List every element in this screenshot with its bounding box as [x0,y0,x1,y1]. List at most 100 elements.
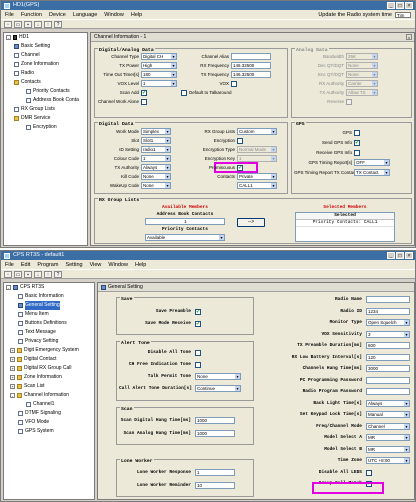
encryption-key-select[interactable]: 1 [237,155,277,162]
channel-work-alone-checkbox[interactable] [141,99,147,105]
tree-item-menu-item[interactable]: Menu Item [4,310,94,319]
maximize-icon[interactable]: □ [396,2,404,9]
expand-icon[interactable]: + [10,357,15,362]
menu-help[interactable]: Help [131,12,142,18]
model-select-a-select[interactable]: MR [366,434,410,441]
tree-item-buttons-definitions[interactable]: Buttons Definitions [4,319,94,328]
save-preamble-checkbox[interactable]: ✔ [195,309,201,315]
tree-item-hd1[interactable]: - HD1 [4,33,87,42]
channel-alias-input[interactable] [231,53,271,60]
slot-select[interactable]: Slot1 [141,137,171,144]
scan-analog-hang-input[interactable]: 1000 [195,430,235,437]
encryption-checkbox[interactable] [237,138,243,144]
vox-level-select[interactable]: 1 [141,80,177,87]
encryption-type-select[interactable]: Normal Mode [237,146,277,153]
write-icon[interactable]: ↑ [44,270,52,278]
model-select-b-select[interactable]: MR [366,445,410,453]
menu-view[interactable]: View [90,262,102,268]
scan-digital-hang-input[interactable]: 1000 [195,417,235,424]
expand-icon[interactable]: + [10,366,15,371]
tree-item-digital-contact[interactable]: + Digital Contact [4,355,94,364]
tree-item-channel[interactable]: Channel [4,51,87,60]
scan-add-checkbox[interactable]: ✔ [141,90,147,96]
wakeup-code-select[interactable]: None [141,182,171,189]
freq-channel-mode-select[interactable]: Channel [366,422,410,430]
rx-frequency-input[interactable]: 146.32500 [231,62,271,69]
tree-item-address-book[interactable]: Address Book Conta [4,96,87,105]
enc-qt-select[interactable]: None [346,71,378,78]
receive-gps-info-checkbox[interactable] [354,150,360,156]
close-icon[interactable]: × [405,252,413,259]
collapse-icon[interactable]: - [6,285,11,290]
radio-program-password-input[interactable] [366,388,410,395]
new-icon[interactable]: ▫ [4,270,12,278]
tree-item-text-message[interactable]: Text Message [4,328,94,337]
disable-all-leds-checkbox[interactable] [366,469,372,476]
contacts-name-select[interactable]: CALL1 [237,182,277,189]
call-alert-duration-select[interactable]: Continue [195,385,241,392]
tree-item-zone-information[interactable]: Zone Information [4,60,87,69]
tree-item-general-setting[interactable]: General Setting [4,301,94,310]
work-mode-select[interactable]: Simplex [141,128,171,135]
tree-item-contacts[interactable]: Contacts [4,78,87,87]
open-icon[interactable]: ▭ [14,270,22,278]
contacts-type-select[interactable]: Private [237,173,277,180]
lone-worker-reminder-input[interactable]: 10 [195,482,235,489]
collapse-icon[interactable]: - [10,393,15,398]
rx-low-battery-interval-s-input[interactable]: 120 [366,353,410,361]
tree-item-encryption[interactable]: Encryption [4,123,87,132]
set-keypad-lock-time-s-select[interactable]: Manual [366,411,410,418]
bandwidth-select[interactable]: 25K [346,53,378,60]
tree-item-basic-information[interactable]: Basic Information [4,292,94,301]
lone-worker-response-input[interactable]: 1 [195,469,235,476]
menu-window[interactable]: Window [104,12,124,18]
menu-file[interactable]: File [5,12,14,18]
menu-program[interactable]: Program [37,262,58,268]
vox-sensitivity-select[interactable]: 3 [366,330,410,338]
tree-item-dmr-service[interactable]: DMR Service [4,114,87,123]
open-icon[interactable]: ▭ [14,20,22,28]
tree-item-digital-rx-group-call[interactable]: + Digital RX Group Call [4,364,94,373]
list-item[interactable]: Priority Contacts: CALL1 [296,220,394,227]
default-talkaround-checkbox[interactable] [181,90,187,96]
menu-window[interactable]: Window [108,262,128,268]
id-setting-select[interactable]: radio1 [141,146,171,153]
collapse-icon[interactable]: - [6,35,11,40]
ch-free-indication-checkbox[interactable] [195,362,201,368]
read-icon[interactable]: ↓ [34,270,42,278]
tx-authority-analog-select[interactable]: Allow TX [346,89,378,96]
vox-checkbox[interactable] [231,81,237,87]
save-icon[interactable]: ▪ [24,20,32,28]
reverse-checkbox[interactable] [346,99,352,105]
menu-function[interactable]: Function [21,12,42,18]
tx-power-select[interactable]: High [141,62,177,69]
save-icon[interactable]: ▪ [24,270,32,278]
radio-name-input[interactable] [366,296,410,303]
minimize-icon[interactable]: _ [387,252,395,259]
tree-item-radio[interactable]: Radio [4,69,87,78]
tx-preamble-duration-ms-input[interactable]: 600 [366,342,410,349]
tree-item-basic-setting[interactable]: Basic Setting [4,42,87,51]
tx-frequency-input[interactable]: 146.32500 [231,71,271,78]
back-light-time-s-select[interactable]: Always [366,399,410,407]
tree-item-privacy-setting[interactable]: Privacy Setting [4,337,94,346]
gps-timing-report-select[interactable]: OFF [354,159,390,166]
rx-group-lists-select[interactable]: Custom [237,128,277,135]
read-icon[interactable]: ↓ [34,20,42,28]
channels-hang-time-ms-input[interactable]: 3000 [366,365,410,372]
promiscuous-checkbox[interactable]: ✔ [237,165,243,171]
kill-code-select[interactable]: None [141,173,171,180]
write-icon[interactable]: ↑ [44,20,52,28]
selected-members-list[interactable]: Selected Priority Contacts: CALL1 [295,212,395,242]
time-zone-select[interactable]: UTC +8:00 [366,457,410,464]
help-icon[interactable]: ? [54,20,62,28]
menu-edit[interactable]: Edit [21,262,30,268]
close-icon[interactable]: × [405,2,413,9]
rx-authority-select[interactable]: Carrier [346,80,378,87]
address-book-list[interactable]: 1 [145,218,225,225]
tree-item-priority-contacts[interactable]: Priority Contacts [4,87,87,96]
tree-item-root[interactable]: - CPS RT3S [4,283,94,292]
talk-permit-tone-select[interactable]: None [195,373,241,380]
tree-item-gps-system[interactable]: GPS System [4,427,94,436]
monitor-type-select[interactable]: Open Squelch [366,319,410,326]
